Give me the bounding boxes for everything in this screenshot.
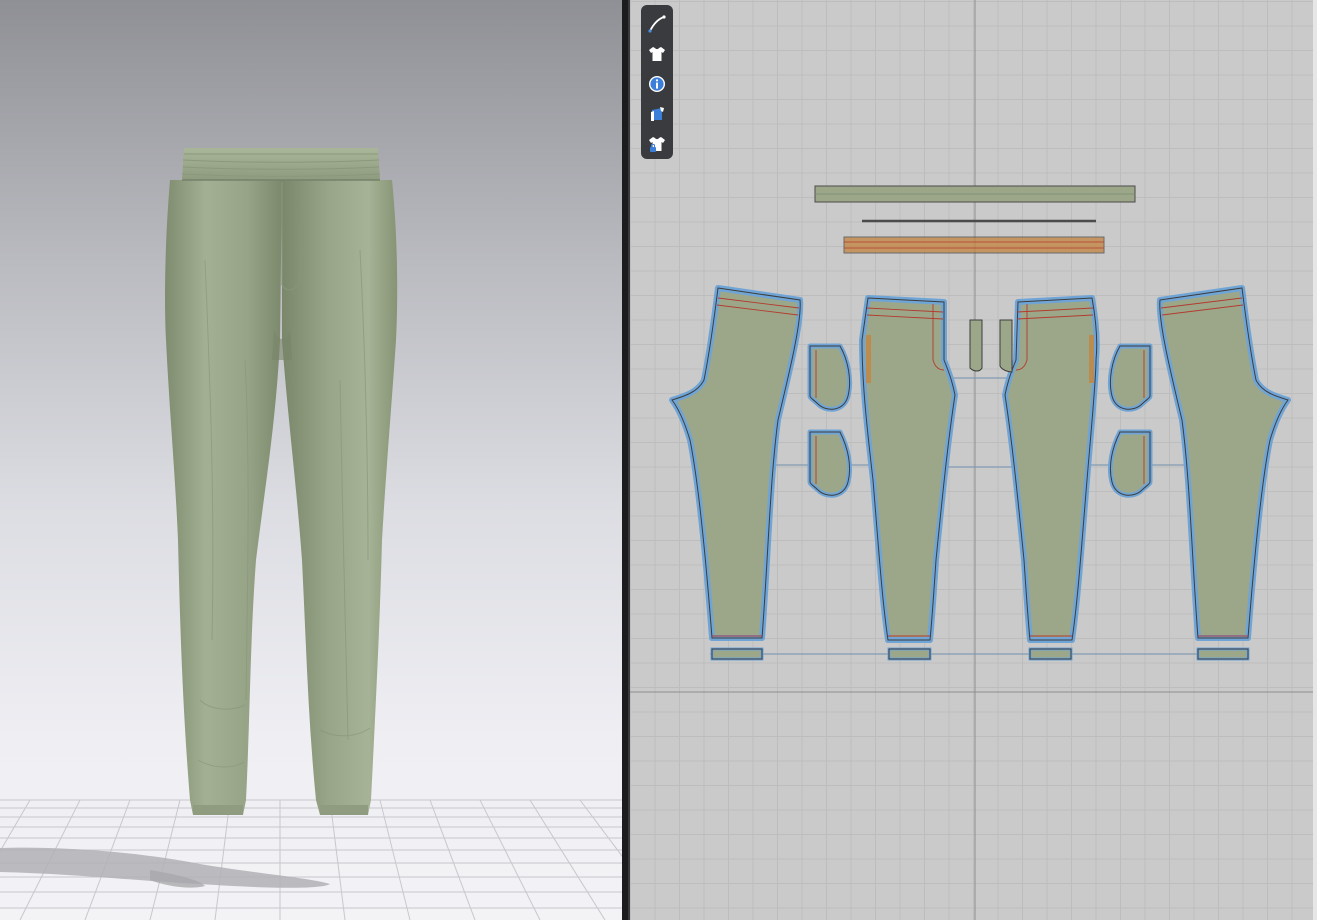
lock-garment-tool-button[interactable] xyxy=(644,131,670,157)
pattern-piece-pocket-bag-right-lower[interactable] xyxy=(1107,429,1153,498)
shirt-icon xyxy=(649,47,665,61)
garment-tool-button[interactable] xyxy=(644,41,670,67)
2d-tool-palette xyxy=(641,5,673,159)
2d-pattern-viewport[interactable] xyxy=(630,0,1317,920)
3d-viewport[interactable] xyxy=(0,0,622,920)
texture-tool-button[interactable] xyxy=(644,101,670,127)
pattern-piece-pocket-bag-left-upper[interactable] xyxy=(807,343,853,412)
edit-pattern-tool-button[interactable] xyxy=(644,11,670,37)
scrollbar-edge[interactable] xyxy=(1313,0,1317,920)
pattern-piece-front-right[interactable] xyxy=(1002,295,1100,661)
pen-tool-icon xyxy=(648,15,666,33)
3d-scene xyxy=(0,148,622,920)
texture-shirt-icon xyxy=(651,107,664,121)
pattern-piece-elastic[interactable] xyxy=(843,236,1105,254)
pattern-piece-back-right[interactable] xyxy=(1156,285,1291,661)
shirt-lock-icon xyxy=(649,137,665,152)
viewport-splitter[interactable] xyxy=(622,0,630,920)
pattern-piece-back-left[interactable] xyxy=(669,285,804,661)
pattern-piece-fly-right[interactable] xyxy=(999,319,1013,373)
info-tool-button[interactable] xyxy=(644,71,670,97)
pattern-canvas xyxy=(630,0,1317,920)
pattern-piece-front-left[interactable] xyxy=(859,295,958,661)
pattern-piece-pocket-bag-left-lower[interactable] xyxy=(807,429,853,498)
info-icon xyxy=(649,76,665,92)
pattern-piece-pocket-bag-right-upper[interactable] xyxy=(1107,343,1153,412)
pattern-piece-waistband[interactable] xyxy=(814,185,1136,203)
pattern-piece-fly-left[interactable] xyxy=(969,319,983,372)
3d-pants-model xyxy=(165,148,398,815)
app-window xyxy=(0,0,1317,920)
